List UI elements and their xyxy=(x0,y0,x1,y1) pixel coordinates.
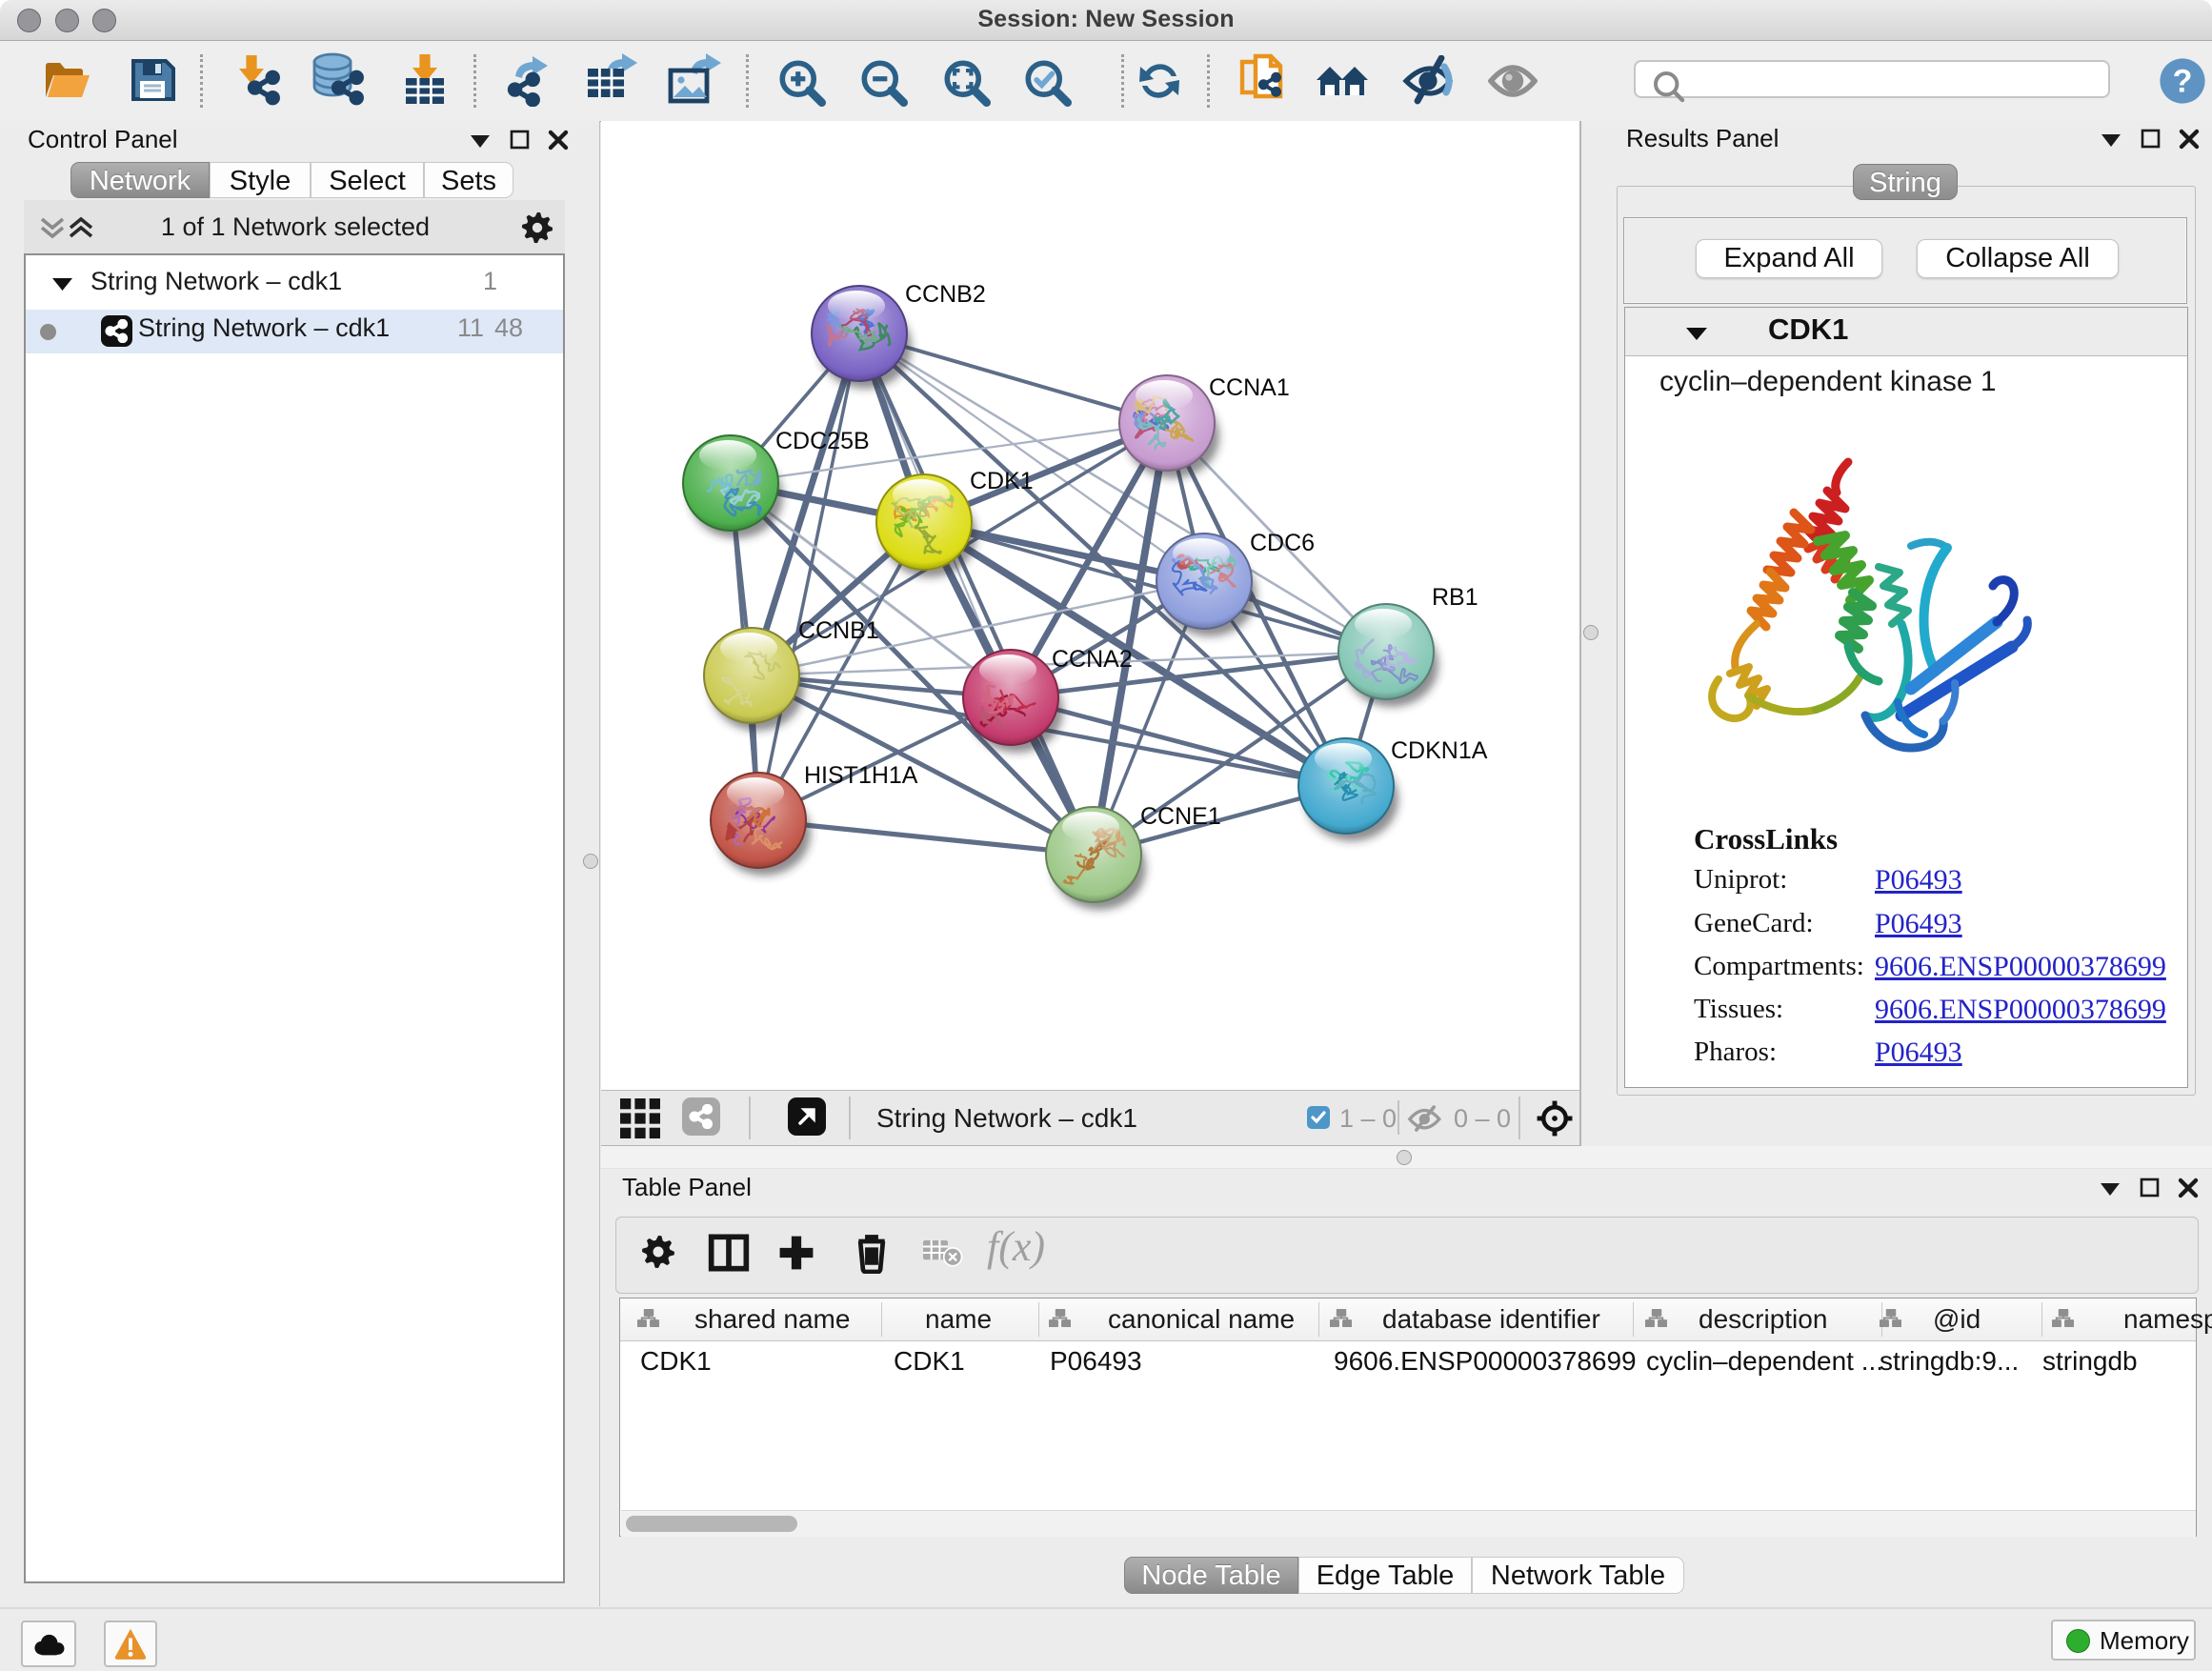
svg-text:CCNE1: CCNE1 xyxy=(1140,803,1221,830)
svg-text:CCNA1: CCNA1 xyxy=(1209,374,1290,401)
svg-text:CDKN1A: CDKN1A xyxy=(1391,737,1488,764)
svg-text:CDC6: CDC6 xyxy=(1250,530,1315,556)
svg-text:CCNB1: CCNB1 xyxy=(798,617,879,644)
svg-text:CDK1: CDK1 xyxy=(970,468,1034,494)
svg-text:CDC25B: CDC25B xyxy=(775,428,870,454)
svg-text:CCNA2: CCNA2 xyxy=(1052,646,1133,673)
svg-text:?: ? xyxy=(2173,63,2193,99)
svg-text:RB1: RB1 xyxy=(1432,584,1478,611)
svg-text:HIST1H1A: HIST1H1A xyxy=(804,762,918,789)
svg-text:CCNB2: CCNB2 xyxy=(905,281,986,308)
